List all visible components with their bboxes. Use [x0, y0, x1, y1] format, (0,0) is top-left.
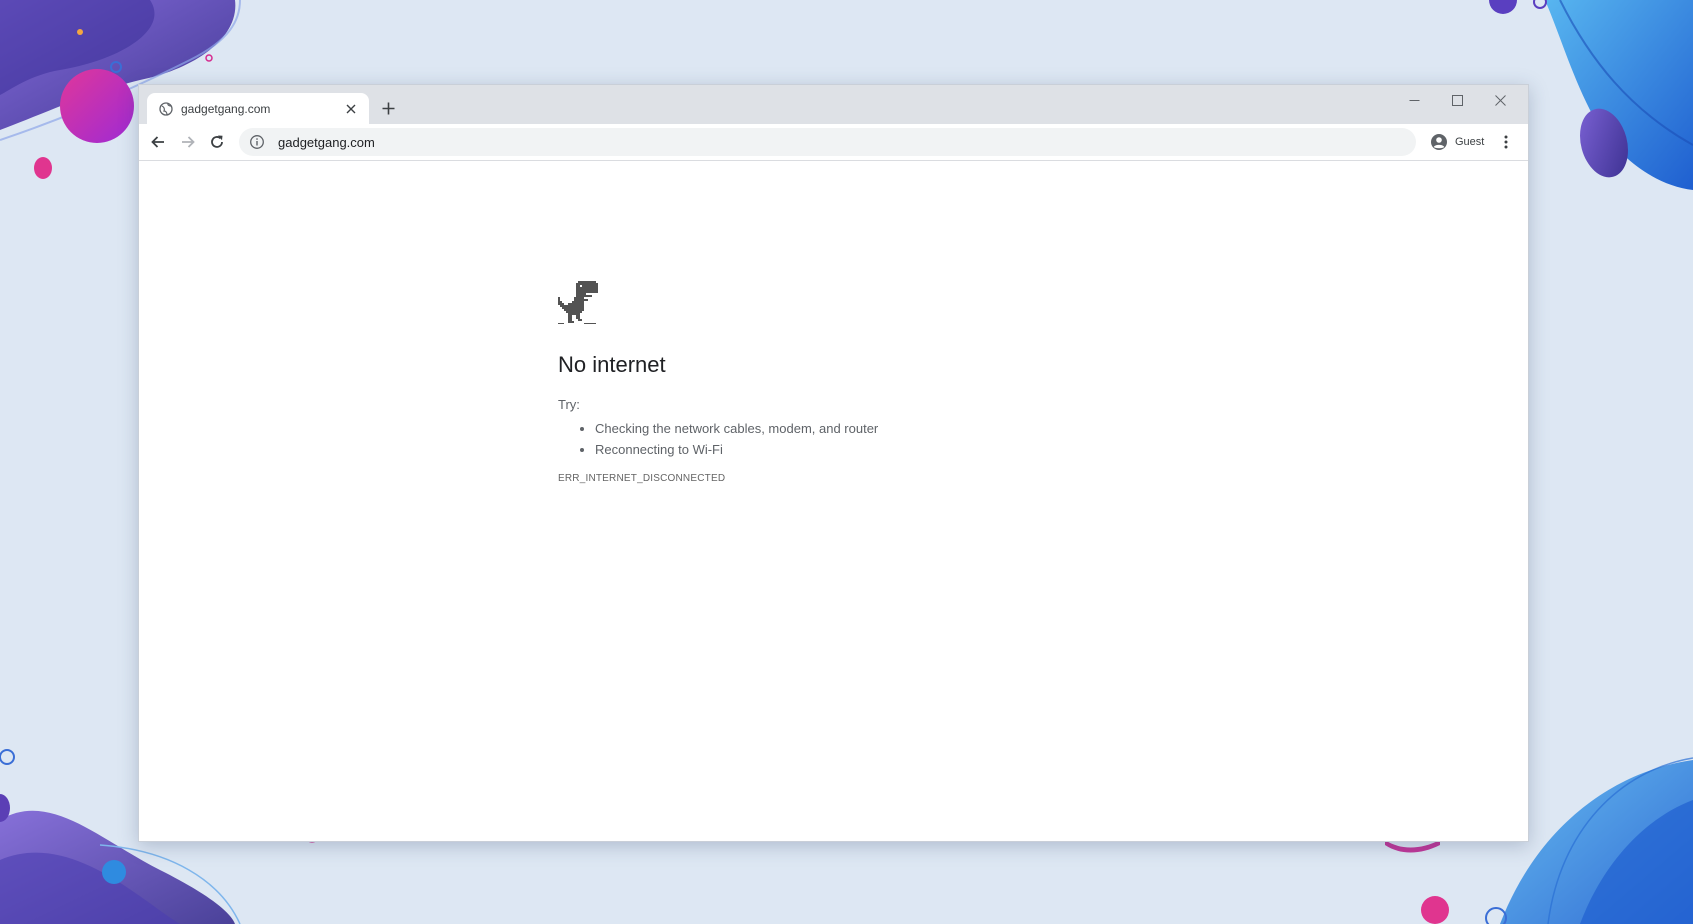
maximize-button[interactable]: [1436, 85, 1478, 115]
more-vertical-icon: [1504, 135, 1508, 149]
globe-icon: [159, 101, 173, 116]
try-label: Try:: [558, 397, 580, 412]
suggestions-list: Checking the network cables, modem, and …: [558, 418, 1078, 460]
close-icon: [1494, 94, 1506, 106]
address-bar[interactable]: [239, 128, 1416, 156]
plus-icon: [382, 102, 394, 114]
reload-button[interactable]: [206, 131, 228, 153]
error-code: ERR_INTERNET_DISCONNECTED: [558, 473, 726, 484]
url-input[interactable]: [276, 133, 1180, 151]
tab-title: gadgetgang.com: [181, 101, 271, 116]
new-tab-button[interactable]: [377, 97, 399, 119]
browser-window: gadgetgang.com gadgetgang.com Guest No i…: [138, 84, 1529, 842]
page-content: No internet Try: Checking the network ca…: [139, 161, 1528, 841]
forward-button[interactable]: [177, 131, 199, 153]
profile-button[interactable]: Guest: [1424, 129, 1488, 155]
maximize-icon: [1451, 94, 1463, 106]
list-item: Reconnecting to Wi-Fi: [595, 439, 1078, 460]
close-tab-icon[interactable]: [343, 101, 359, 117]
tab-strip: gadgetgang.com: [139, 85, 1528, 124]
browser-toolbar: Guest: [139, 124, 1528, 161]
error-container: No internet Try: Checking the network ca…: [558, 281, 1078, 484]
info-icon[interactable]: [249, 134, 265, 150]
account-icon: [1431, 134, 1447, 150]
dinosaur-icon[interactable]: [558, 281, 598, 325]
error-heading: No internet: [558, 352, 666, 377]
reload-icon: [211, 135, 223, 148]
arrow-left-icon: [151, 136, 164, 148]
profile-label: Guest: [1455, 136, 1485, 148]
arrow-right-icon: [182, 136, 195, 148]
browser-menu-button[interactable]: [1495, 131, 1517, 153]
minimize-icon: [1409, 99, 1419, 101]
back-button[interactable]: [147, 131, 169, 153]
list-item: Checking the network cables, modem, and …: [595, 418, 1078, 439]
minimize-button[interactable]: [1393, 85, 1435, 115]
close-window-button[interactable]: [1479, 85, 1521, 115]
tab-gadgetgang[interactable]: gadgetgang.com: [147, 93, 369, 124]
